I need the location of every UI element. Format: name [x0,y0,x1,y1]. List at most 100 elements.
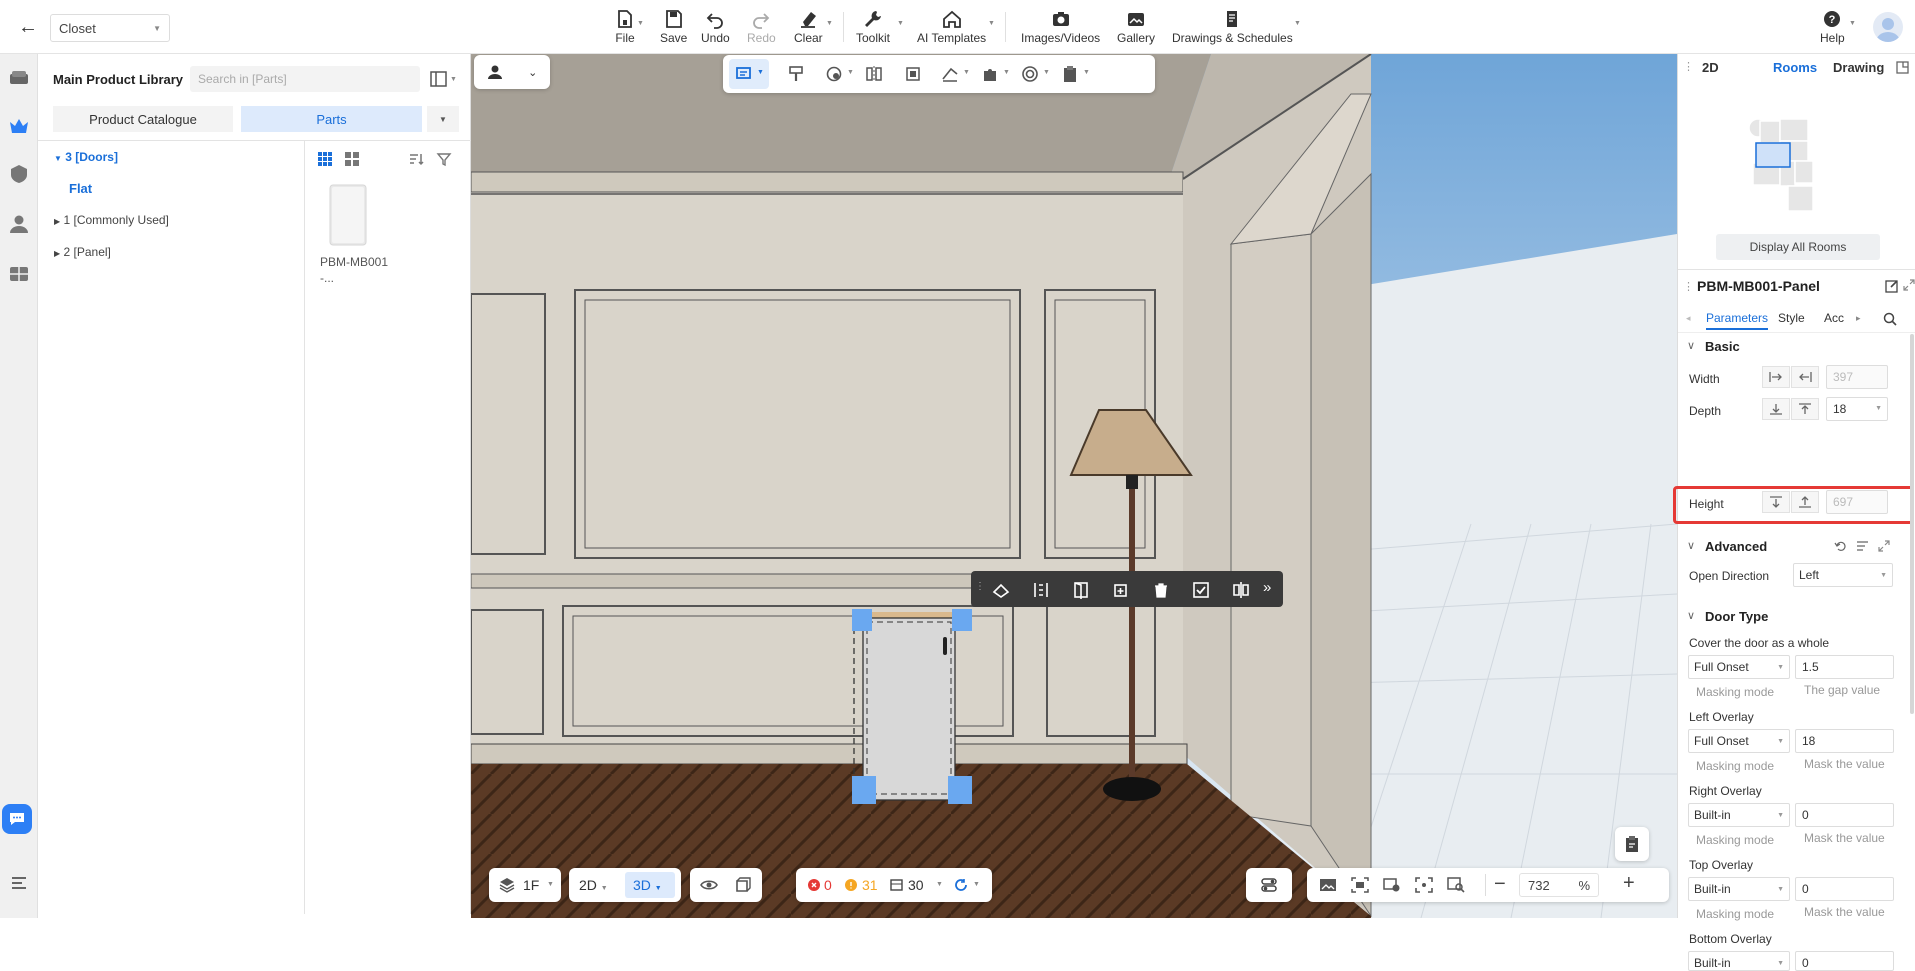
check-frame-icon[interactable] [1191,580,1211,600]
left-overlay-input[interactable]: 18 [1795,729,1894,753]
grid-large-view-icon[interactable] [344,151,360,167]
drag-handle-icon[interactable]: ⋮ [975,581,985,592]
view-user-button[interactable]: ⌄ [474,55,550,89]
badge-icon[interactable] [7,162,31,186]
measure-icon[interactable] [941,65,959,83]
room-minimap[interactable] [1748,116,1838,216]
flip-icon[interactable] [1231,580,1251,600]
image-icon[interactable] [1319,877,1337,893]
expand-icon[interactable] [1878,540,1890,552]
trash-icon[interactable] [1151,580,1171,600]
sort-icon[interactable] [408,151,424,167]
tree-item-panel[interactable]: ▶ 2 [Panel] [54,245,111,259]
drag-handle-icon[interactable]: ⋮ [1683,60,1694,73]
status-group[interactable]: 0 31 30 ▼ ▼ [796,868,992,902]
project-select[interactable]: Closet ▼ [50,14,170,42]
eye-icon[interactable] [700,877,718,893]
tab-prev-icon[interactable]: ◂ [1686,313,1691,324]
height-anchor-bottom-button[interactable] [1791,491,1819,513]
target-icon[interactable] [1021,65,1039,83]
bottom-overlay-mode-select[interactable]: Built-in ▼ [1688,951,1790,971]
tab-parts[interactable]: Parts [241,106,422,132]
width-anchor-left-button[interactable] [1762,366,1790,388]
filter-icon[interactable] [436,151,452,167]
tab-style[interactable]: Style [1778,311,1805,325]
screenshot-icon[interactable] [1351,877,1369,893]
mirror-icon[interactable] [865,65,883,83]
cabinet-icon[interactable] [7,262,31,286]
redo-button[interactable]: Redo [747,8,776,45]
drag-handle-icon[interactable]: ⋮ [1683,280,1694,293]
display-all-rooms-button[interactable]: Display All Rooms [1716,234,1880,260]
tree-item-commonly-used[interactable]: ▶ 1 [Commonly Used] [54,213,169,227]
help-button[interactable]: ? Help [1820,8,1845,45]
3d-viewport[interactable]: ⌄ ▼ ▼ ▼ ▼ ▼ ▼ ⋮ » 1F ▼ 2D ▼ 3D ▼ 0 31 30… [471,54,1677,918]
tabs-more-dropdown[interactable]: ▼ [427,106,459,132]
top-overlay-mode-select[interactable]: Built-in ▼ [1688,877,1790,901]
brush-icon[interactable] [787,65,805,83]
library-search-input[interactable]: Search in [Parts] [190,66,420,92]
fit-view-icon[interactable] [1415,877,1433,893]
tab-next-icon[interactable]: ▸ [1856,313,1861,324]
back-arrow-icon[interactable]: ← [14,14,42,40]
file-button[interactable]: File [614,8,636,45]
cover-mode-select[interactable]: Full Onset ▼ [1688,655,1790,679]
cover-gap-input[interactable]: 1.5 [1795,655,1894,679]
crown-icon[interactable] [7,114,31,138]
zoom-area-icon[interactable] [1447,877,1465,893]
clear-button[interactable]: Clear [794,8,823,45]
right-overlay-mode-select[interactable]: Built-in ▼ [1688,803,1790,827]
tree-item-flat[interactable]: Flat [69,181,92,196]
align-icon[interactable] [904,65,922,83]
mode-3d-button[interactable]: 3D ▼ [625,872,675,898]
top-overlay-input[interactable]: 0 [1795,877,1894,901]
ai-templates-button[interactable]: AI Templates [917,8,986,45]
toolkit-button[interactable]: Toolkit [856,8,890,45]
depth-anchor-bottom-button[interactable] [1762,398,1790,420]
layout-toggle-button[interactable]: ▼ [430,68,460,90]
bottom-overlay-input[interactable]: 0 [1795,951,1894,971]
avatar[interactable] [1873,12,1903,42]
clipboard-icon[interactable] [1061,65,1079,83]
move-icon[interactable] [991,580,1011,600]
user-icon[interactable] [7,212,31,236]
zoom-level-input[interactable]: 732% [1519,873,1599,897]
width-anchor-right-button[interactable] [1791,366,1819,388]
search-icon[interactable] [1883,312,1897,326]
height-input[interactable]: 697 [1826,490,1888,514]
notes-button[interactable] [1615,827,1649,861]
view-settings-icon[interactable] [1383,877,1401,893]
collapse-basic-icon[interactable]: ∨ [1687,339,1695,352]
puzzle-icon[interactable] [981,65,999,83]
door-open-icon[interactable] [1071,580,1091,600]
list-settings-icon[interactable] [1856,540,1869,552]
material-icon[interactable] [825,65,843,83]
width-input[interactable]: 397 [1826,365,1888,389]
depth-anchor-top-button[interactable] [1791,398,1819,420]
edit-icon[interactable] [1885,279,1899,293]
list-icon[interactable] [7,872,31,896]
settings-toggle-button[interactable] [1246,868,1292,902]
collapse-advanced-icon[interactable]: ∨ [1687,539,1695,552]
images-videos-button[interactable]: Images/Videos [1021,8,1100,45]
popout-icon[interactable] [1896,61,1909,74]
depth-input[interactable]: 18 ▼ [1826,397,1888,421]
tab-rooms[interactable]: Rooms [1773,60,1817,75]
collapse-door-type-icon[interactable]: ∨ [1687,609,1695,622]
duplicate-icon[interactable] [1111,580,1131,600]
sofa-icon[interactable] [7,66,31,90]
drawings-schedules-button[interactable]: Drawings & Schedules [1172,8,1293,45]
undo-button[interactable]: Undo [701,8,730,45]
split-icon[interactable] [1031,580,1051,600]
grid-small-view-icon[interactable] [317,151,333,167]
product-thumbnail[interactable] [318,179,378,253]
open-direction-select[interactable]: Left ▼ [1793,563,1893,587]
gallery-button[interactable]: Gallery [1117,8,1155,45]
chat-button[interactable] [2,804,32,834]
selected-door-panel[interactable] [852,609,972,804]
reset-icon[interactable] [1834,540,1847,552]
tab-drawing[interactable]: Drawing [1833,60,1884,75]
floor-selector[interactable]: 1F ▼ [489,868,561,902]
zoom-out-button[interactable]: − [1494,873,1506,896]
tab-2d-minimap[interactable]: 2D [1702,60,1719,75]
